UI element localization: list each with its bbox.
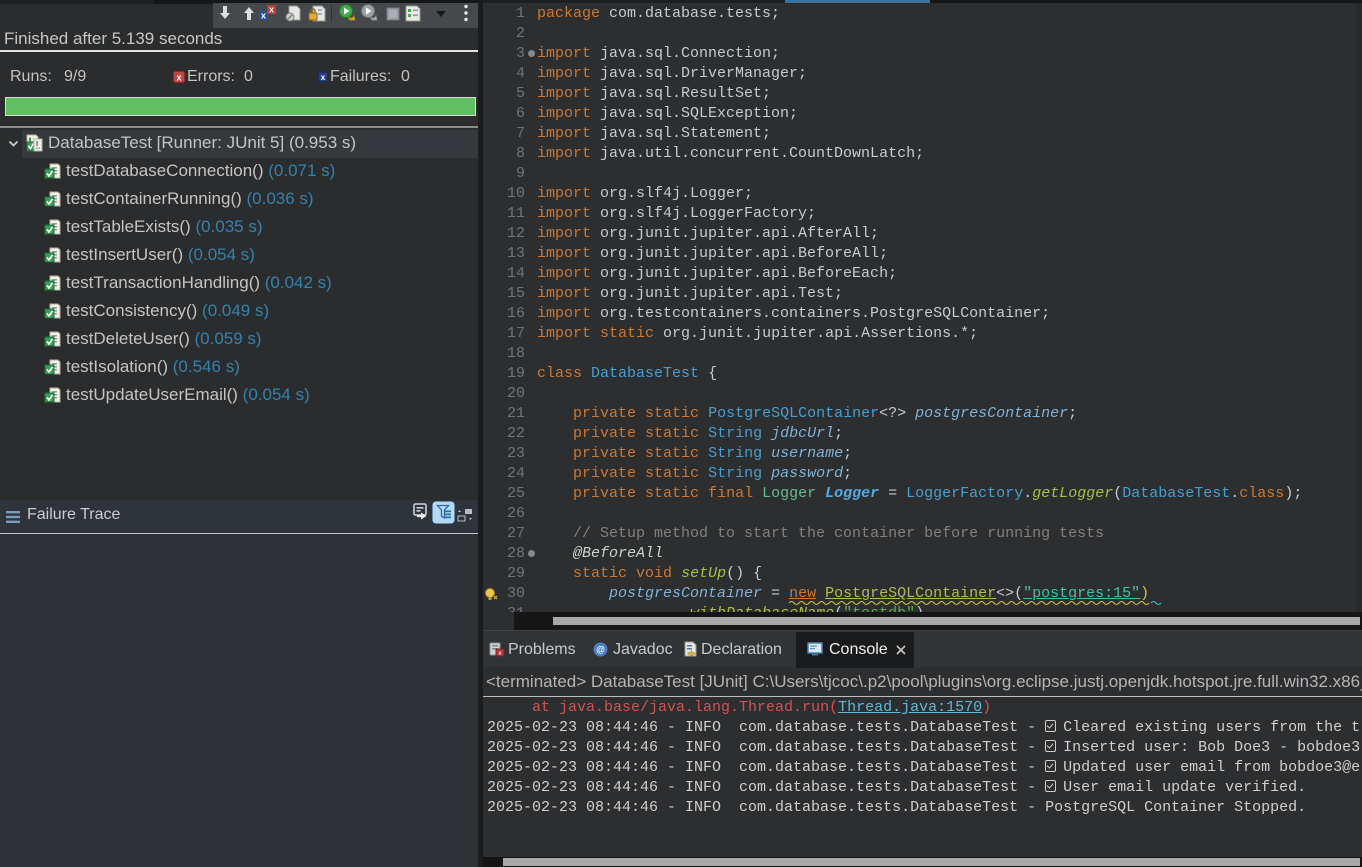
svg-text:x: x <box>176 73 181 83</box>
svg-text:x: x <box>261 11 266 21</box>
svg-text:x: x <box>269 5 274 15</box>
svg-text:@: @ <box>596 645 605 655</box>
svg-text:x: x <box>321 73 326 82</box>
